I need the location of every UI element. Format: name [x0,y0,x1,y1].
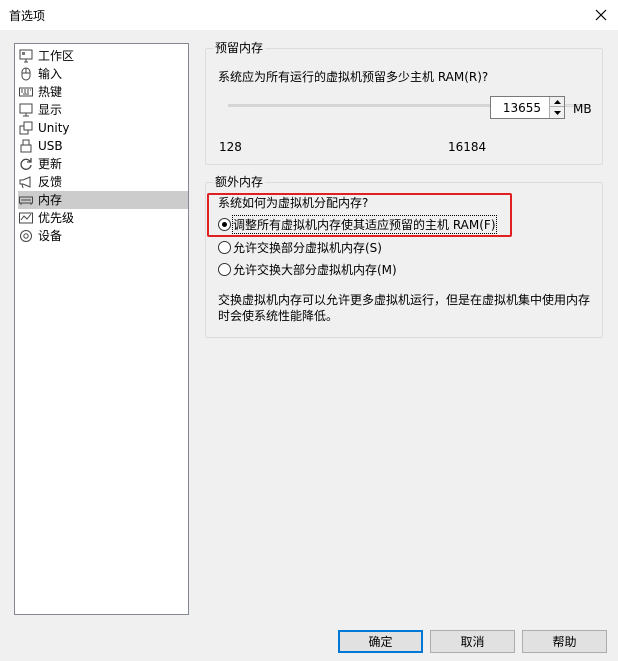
radio-button[interactable] [218,262,231,276]
background-window-edge [0,30,3,661]
nav-item-feedback[interactable]: 反馈 [18,173,188,191]
highlight-annotation [207,193,512,237]
nav-item-hotkeys[interactable]: 热键 [18,83,188,101]
nav-item-workspace[interactable]: 工作区 [18,47,188,65]
spin-down-button[interactable] [549,107,564,118]
nav-label: 更新 [38,157,63,171]
priority-icon [18,210,34,226]
spin-up-button[interactable] [549,97,564,107]
extra-memory-title: 额外内存 [213,175,266,189]
device-icon [18,228,34,244]
nav-label: USB [38,139,63,153]
ok-button[interactable]: 确定 [338,630,423,653]
option-swap-most[interactable]: 允许交换大部分虚拟机内存(M) [218,261,397,277]
usb-icon [18,138,34,154]
title-bar: 首选项 [0,0,618,30]
nav-label: 热键 [38,85,63,99]
nav-label: 设备 [38,229,63,243]
slider-min-label: 128 [219,140,242,154]
help-button[interactable]: 帮助 [522,630,607,653]
megaphone-icon [18,174,34,190]
close-button[interactable] [584,0,618,30]
ram-unit-label: MB [573,102,592,116]
slider-max-label: 16184 [448,140,487,154]
nav-item-devices[interactable]: 设备 [18,227,188,245]
option-swap-some[interactable]: 允许交换部分虚拟机内存(S) [218,239,382,255]
nav-label: 内存 [38,193,63,207]
workspace-icon [18,48,34,64]
nav-item-updates[interactable]: 更新 [18,155,188,173]
up-arrow-icon [553,99,561,104]
nav-label: 输入 [38,67,63,81]
window-title: 首选项 [9,9,46,23]
nav-item-input[interactable]: 输入 [18,65,188,83]
nav-label: 反馈 [38,175,63,189]
option-label: 允许交换部分虚拟机内存(S) [233,240,382,255]
nav-label: 优先级 [38,211,75,225]
nav-item-display[interactable]: 显示 [18,101,188,119]
ram-spinbox[interactable] [490,96,565,119]
reserved-memory-title: 预留内存 [213,41,266,55]
nav-label: Unity [38,121,70,135]
category-list[interactable]: 工作区 输入 热键 显示 Unity USB 更新 反馈 内存 优先级 设备 [14,43,189,615]
option-label: 允许交换大部分虚拟机内存(M) [233,262,397,277]
reserved-question: 系统应为所有运行的虚拟机预留多少主机 RAM(R)? [218,70,489,84]
cancel-button[interactable]: 取消 [430,630,515,653]
down-arrow-icon [553,110,561,115]
keyboard-icon [18,84,34,100]
ram-value-input[interactable] [491,97,548,118]
close-icon [595,9,607,21]
memory-icon [18,192,34,208]
refresh-icon [18,156,34,172]
nav-item-unity[interactable]: Unity [18,119,188,137]
swap-description: 交换虚拟机内存可以允许更多虚拟机运行，但是在虚拟机集中使用内存时会使系统性能降低… [218,293,591,323]
nav-item-usb[interactable]: USB [18,137,188,155]
nav-label: 显示 [38,103,63,117]
monitor-icon [18,102,34,118]
nav-item-memory[interactable]: 内存 [18,191,188,209]
radio-button[interactable] [218,240,231,254]
ram-slider-fill [229,104,530,107]
unity-icon [18,120,34,136]
nav-label: 工作区 [38,49,75,63]
nav-item-priority[interactable]: 优先级 [18,209,188,227]
mouse-icon [18,66,34,82]
